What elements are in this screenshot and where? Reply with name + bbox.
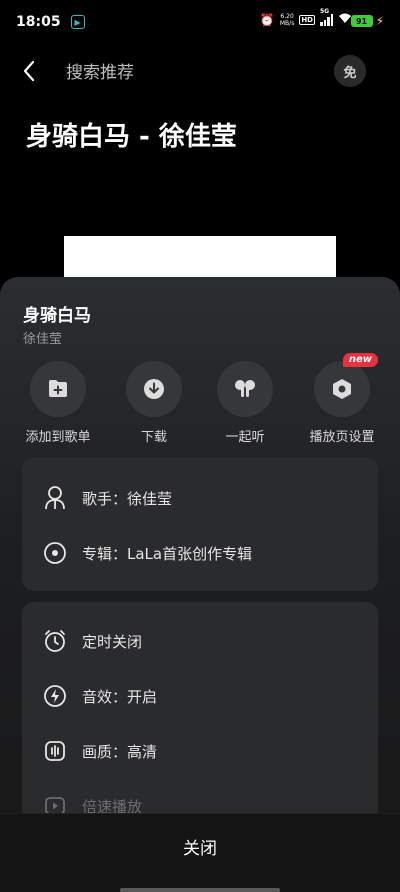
lyrics-placeholder bbox=[64, 236, 336, 278]
action-label: 播放页设置 bbox=[309, 430, 375, 445]
quality-row[interactable]: 画质：高清 bbox=[42, 737, 157, 765]
download-action[interactable]: 下载 bbox=[109, 361, 199, 445]
song-options-sheet: 身骑白马 徐佳莹 添加到歌单 下载 一起听 new 播放页设置 歌手：徐佳莹 专… bbox=[0, 277, 400, 892]
home-indicator[interactable] bbox=[120, 888, 280, 892]
speed-unit: MB/s bbox=[279, 20, 295, 27]
sleep-timer-row[interactable]: 定时关闭 bbox=[42, 627, 142, 655]
back-button[interactable] bbox=[18, 56, 42, 86]
song-heading: 身骑白马 - 徐佳莹 bbox=[26, 122, 237, 152]
playback-settings-card: 定时关闭 音效：开启 画质：高清 倍速播放 bbox=[22, 602, 378, 832]
song-info-card: 歌手：徐佳莹 专辑：LaLa首张创作专辑 bbox=[22, 458, 378, 591]
add-to-playlist-action[interactable]: 添加到歌单 bbox=[13, 361, 103, 445]
alarm-clock-icon bbox=[42, 628, 68, 654]
earbuds-icon bbox=[217, 361, 273, 417]
network-speed: 6.20 MB/s bbox=[280, 13, 294, 27]
status-indicators: ⏰ 6.20 MB/s HD 5G bbox=[259, 8, 352, 27]
album-label: 专辑：LaLa首张创作专辑 bbox=[82, 544, 253, 563]
quality-label: 画质：高清 bbox=[82, 742, 158, 761]
album-icon bbox=[42, 540, 68, 566]
hexagon-settings-icon: new bbox=[314, 353, 378, 417]
new-badge: new bbox=[342, 353, 378, 367]
sheet-artist: 徐佳莹 bbox=[23, 332, 63, 347]
action-label: 添加到歌单 bbox=[25, 430, 91, 445]
close-button[interactable]: 关闭 bbox=[0, 834, 400, 859]
page-title: 搜索推荐 bbox=[66, 63, 134, 83]
sound-effect-row[interactable]: 音效：开启 bbox=[42, 682, 157, 710]
album-row[interactable]: 专辑：LaLa首张创作专辑 bbox=[42, 539, 252, 567]
download-icon bbox=[126, 361, 182, 417]
close-bar: 关闭 bbox=[0, 813, 400, 892]
battery-indicator: 91 ⚡ bbox=[350, 14, 384, 28]
sleep-timer-label: 定时关闭 bbox=[82, 632, 143, 651]
battery-level: 91 bbox=[350, 15, 373, 27]
alarm-status-icon: ⏰ bbox=[259, 13, 275, 27]
sheet-song-title: 身骑白马 bbox=[23, 306, 91, 326]
status-time: 18:05 bbox=[16, 14, 61, 30]
quality-icon bbox=[42, 738, 68, 764]
free-mode-button[interactable]: 免 bbox=[334, 55, 366, 87]
action-label: 一起听 bbox=[225, 430, 265, 445]
hd-badge: HD bbox=[299, 15, 315, 25]
singer-label: 歌手：徐佳莹 bbox=[82, 489, 173, 508]
action-label: 下载 bbox=[140, 430, 167, 445]
app-notification-icon: ▶ bbox=[70, 15, 85, 29]
singer-row[interactable]: 歌手：徐佳莹 bbox=[42, 484, 172, 512]
signal-icon: 5G bbox=[320, 8, 333, 26]
speed-value: 6.20 bbox=[280, 13, 294, 20]
lightning-icon bbox=[42, 683, 68, 709]
player-settings-action[interactable]: new 播放页设置 bbox=[297, 353, 387, 445]
network-type: 5G bbox=[320, 8, 330, 15]
sound-effect-label: 音效：开启 bbox=[82, 687, 158, 706]
charging-icon: ⚡ bbox=[375, 14, 384, 28]
folder-add-icon bbox=[30, 361, 86, 417]
chevron-left-icon bbox=[23, 60, 35, 82]
singer-icon bbox=[42, 485, 68, 511]
listen-together-action[interactable]: 一起听 bbox=[200, 361, 290, 445]
